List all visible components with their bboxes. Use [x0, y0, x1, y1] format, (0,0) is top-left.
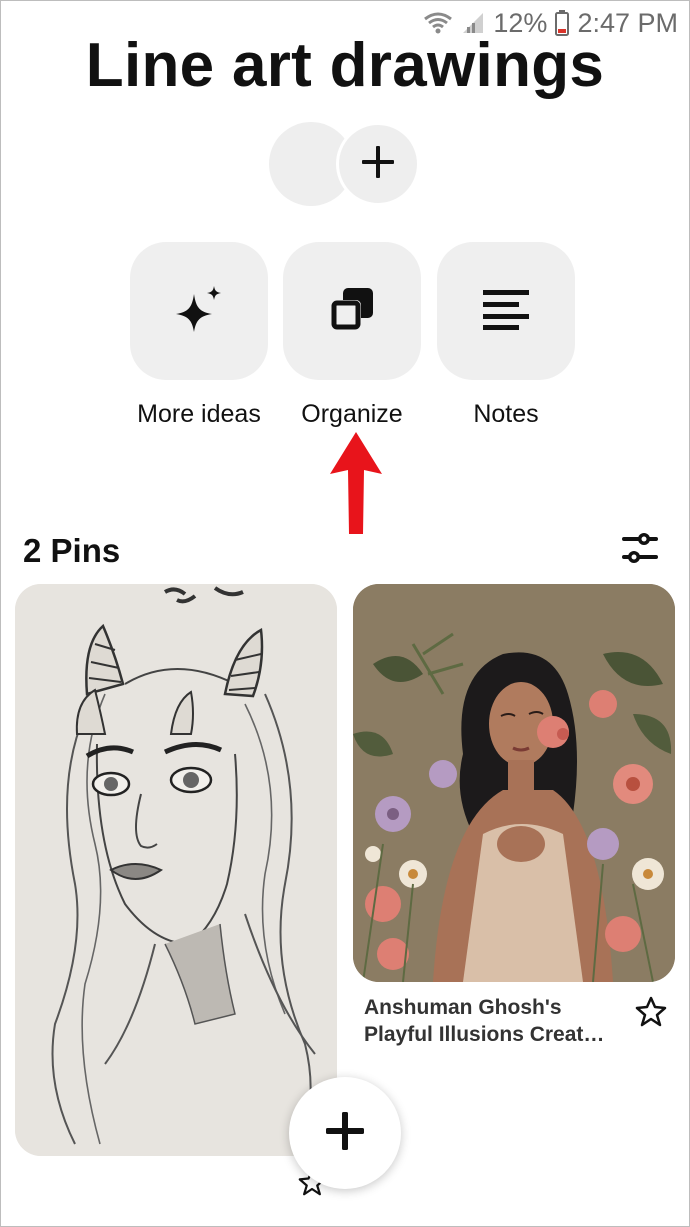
- sparkle-icon: [174, 284, 224, 339]
- board-title: Line art drawings: [85, 31, 605, 100]
- add-collaborator-button[interactable]: [336, 122, 420, 206]
- notes-action[interactable]: Notes: [437, 242, 577, 428]
- pin-title[interactable]: Anshuman Ghosh's Playful Illusions Creat…: [364, 994, 626, 1048]
- pin-card-illustration[interactable]: [353, 584, 675, 982]
- more-ideas-action[interactable]: More ideas: [130, 242, 270, 428]
- filter-button[interactable]: [618, 530, 662, 570]
- pin-image-line-art: [15, 584, 337, 1156]
- plus-icon: [360, 144, 396, 185]
- notes-label: Notes: [473, 400, 539, 428]
- more-ideas-button[interactable]: [130, 242, 268, 380]
- pin-image-illustration: [353, 584, 675, 982]
- add-pin-button[interactable]: [289, 1077, 401, 1189]
- save-star-icon[interactable]: [635, 995, 667, 1027]
- pin-card-line-art[interactable]: [15, 584, 337, 1156]
- pins-count: 2 Pins: [23, 532, 121, 569]
- plus-icon: [324, 1110, 366, 1157]
- annotation-arrow-icon: [330, 432, 382, 541]
- notes-button[interactable]: [437, 242, 575, 380]
- filter-sliders-icon: [620, 530, 660, 571]
- organize-action[interactable]: Organize: [283, 242, 423, 428]
- notes-icon: [482, 288, 530, 335]
- organize-icon: [329, 286, 375, 337]
- organize-button[interactable]: [283, 242, 421, 380]
